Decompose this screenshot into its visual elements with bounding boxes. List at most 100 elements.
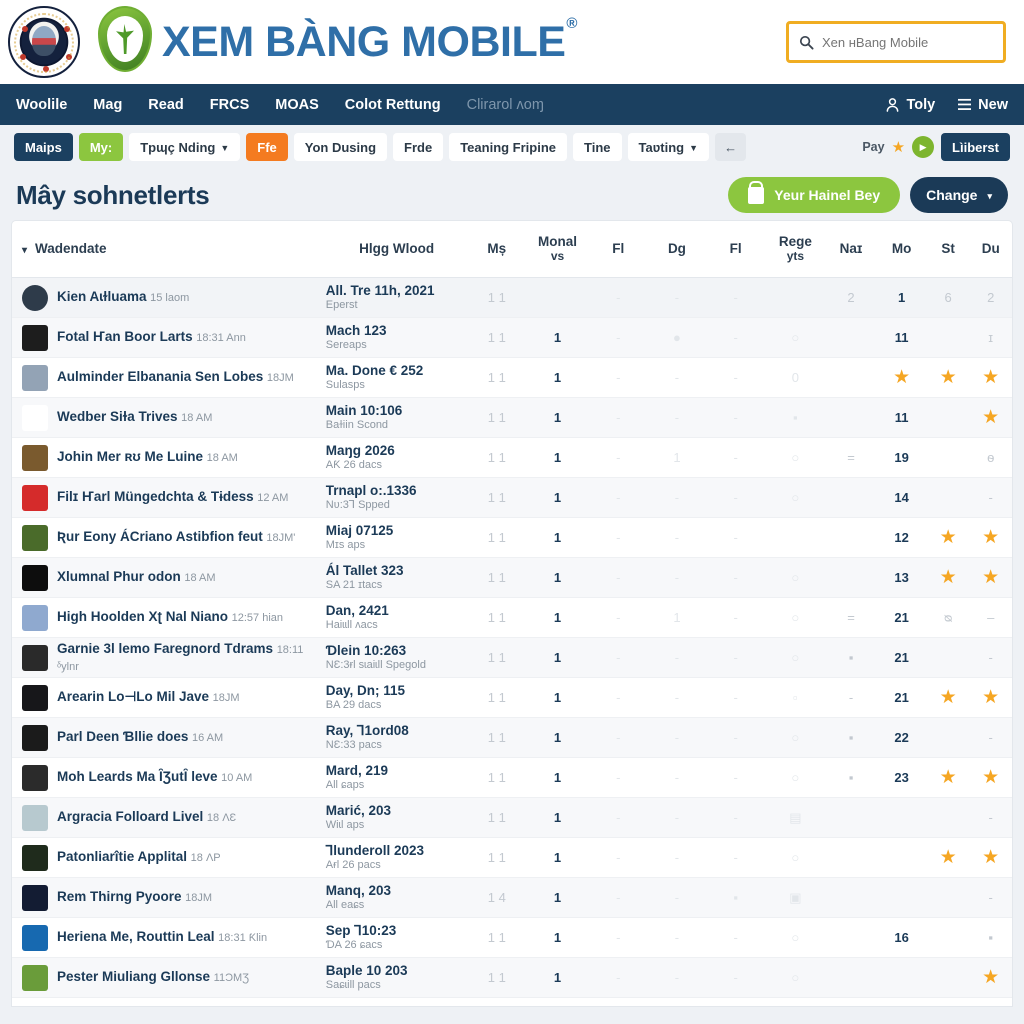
change-button[interactable]: Change ▾: [910, 177, 1008, 213]
table-row[interactable]: Arearin Lo⊣Lo Mil Jave 18ЈM Day, Dn; 115…: [12, 677, 1012, 718]
column-header-dg[interactable]: Dg: [647, 221, 707, 279]
page-title-actions: Yeur Hainel Bey Change ▾: [728, 177, 1008, 213]
table-row[interactable]: Ʀur Eony ÁCriano Astibfion feut 18ЈM' Mi…: [12, 517, 1012, 558]
row-entity-cell[interactable]: Argracia Folloard Livel 18 ΛƐ: [12, 798, 326, 838]
nav-user-button[interactable]: Toly: [885, 97, 935, 113]
row-ms-value: 1 1: [487, 610, 506, 626]
your-hainel-bey-button[interactable]: Yeur Hainel Bey: [728, 177, 901, 213]
row-entity-cell[interactable]: Arearin Lo⊣Lo Mil Jave 18ЈM: [12, 678, 326, 718]
table-row[interactable]: Wedber Siɫa Trives 18 AM Main 10:106 Baɫ…: [12, 397, 1012, 438]
toolbar-button-tine[interactable]: Tine: [573, 133, 622, 161]
table-row[interactable]: Aulminder Elbanania Sen Lobes 18ЈM Ma. D…: [12, 357, 1012, 398]
star-icon: ★: [939, 687, 957, 709]
row-entity-cell[interactable]: Xlumnal Phur odon 18 AM: [12, 558, 326, 598]
table-row[interactable]: Kien Aɩɫluama 15 laom All. Tre 11h, 2021…: [12, 277, 1012, 318]
row-st-cell: ★: [927, 518, 970, 558]
nav-new-button[interactable]: New: [957, 97, 1008, 113]
column-header-ms[interactable]: Mș: [467, 221, 527, 279]
toolbar-button-frde[interactable]: Frde: [393, 133, 444, 161]
row-entity-cell[interactable]: Heriena Me, Routtin Leal 18:31 Ƙlin: [12, 918, 326, 958]
star-icon: ★: [982, 407, 1000, 429]
column-header-fl-1[interactable]: Fl: [588, 221, 648, 279]
column-header-mo[interactable]: Mo: [876, 221, 927, 279]
table-row[interactable]: Heriena Me, Routtin Leal 18:31 Ƙlin Sep …: [12, 917, 1012, 958]
table-row[interactable]: Filɪ Ҥarl Müngedchta & Tɨdess 12 AM Trna…: [12, 477, 1012, 518]
search-input[interactable]: [822, 34, 993, 50]
row-entity-cell[interactable]: Patonliarîtie Applital 18 ΛP: [12, 838, 326, 878]
nav-item-5[interactable]: Colot Rettung: [345, 97, 441, 113]
row-entity-cell[interactable]: Pester Miuliang Gllonse 11ƆMƷ: [12, 958, 326, 998]
row-fl1-value: -: [616, 490, 621, 506]
row-rege-value: ○: [791, 970, 800, 986]
toolbar-button-ffe[interactable]: Ffe: [246, 133, 288, 161]
row-entity-cell[interactable]: Aulminder Elbanania Sen Lobes 18ЈM: [12, 358, 326, 398]
row-entity-cell[interactable]: Moh Leards Ma ȊƷutȊ leve 10 AM: [12, 758, 326, 798]
table-row[interactable]: Patonliarîtie Applital 18 ΛP Ꞁlunderoll …: [12, 837, 1012, 878]
row-ms-value: 1 1: [487, 810, 506, 826]
column-header-du[interactable]: Du: [969, 221, 1012, 279]
nav-item-6[interactable]: Clirarol ʌoɱ: [467, 97, 544, 113]
row-entity-cell[interactable]: Filɪ Ҥarl Müngedchta & Tɨdess 12 AM: [12, 478, 326, 518]
column-header-monal[interactable]: Monal vs: [526, 221, 589, 279]
column-header-nar[interactable]: Naɪ: [825, 221, 877, 279]
row-entity-cell[interactable]: Wedber Siɫa Trives 18 AM: [12, 398, 326, 438]
column-header-fl-2[interactable]: Fl: [706, 221, 765, 279]
toolbar-button-teaning-fripine[interactable]: Teaning Fripine: [449, 133, 568, 161]
table-row[interactable]: Moh Leards Ma ȊƷutȊ leve 10 AM Mard, 219…: [12, 757, 1012, 798]
row-event-name: Maŋg 2026: [325, 442, 395, 458]
nav-item-1[interactable]: Mag: [93, 97, 122, 113]
toolbar-button-my[interactable]: My:: [78, 133, 124, 161]
toolbar-liberst-button[interactable]: Lìiberst: [941, 133, 1010, 161]
row-entity-cell[interactable]: Garnie 3l lemo Faregnord Tdrams 18:11 ᵟy…: [12, 638, 326, 678]
row-entity-name: Parl Deen Ɓllie does: [57, 729, 189, 745]
toolbar-button-yon-dusing[interactable]: Yon Dusing: [293, 133, 388, 161]
row-entity-name: Filɪ Ҥarl Müngedchta & Tɨdess: [57, 489, 254, 505]
avatar: [22, 764, 48, 791]
row-entity-subtitle: 18:31 Ann: [196, 332, 246, 345]
table-row[interactable]: High Hoolden Xʈ Nal Niano 12:57 hian Dan…: [12, 597, 1012, 638]
nav-item-0[interactable]: Woolile: [16, 97, 67, 113]
nav-item-3[interactable]: FRCS: [210, 97, 249, 113]
row-entity-cell[interactable]: Johin Mer ʀʊ Me Luine 18 AM: [12, 438, 326, 478]
column-header-rege[interactable]: Rege yts: [765, 221, 826, 279]
row-entity-name: Arearin Lo⊣Lo Mil Jave: [57, 689, 210, 705]
toolbar-button-maips[interactable]: Maips: [14, 133, 73, 161]
row-du-cell-value: ɪ: [988, 330, 994, 346]
toolbar-dropdown-tavting[interactable]: Taʋting ▼: [627, 133, 710, 161]
toolbar-back-button[interactable]: ←: [715, 133, 747, 161]
table-row[interactable]: Fotal Ҥan Boor Larts 18:31 Ann Mach 123 …: [12, 317, 1012, 358]
row-fl1-value: -: [616, 970, 621, 986]
table-row[interactable]: Parl Deen Ɓllie does 16 AM Ray, Ꞁ1ord08 …: [12, 717, 1012, 758]
row-du-cell: ★: [969, 958, 1012, 998]
table-row[interactable]: Garnie 3l lemo Faregnord Tdrams 18:11 ᵟy…: [12, 637, 1012, 678]
play-circle-icon[interactable]: ▶: [912, 136, 935, 158]
column-header-wadendate[interactable]: ▾ Wadendate: [12, 221, 326, 279]
table-row[interactable]: Pester Miuliang Gllonse 11ƆMƷ Baple 10 2…: [12, 957, 1012, 998]
table-row[interactable]: Xlumnal Phur odon 18 AM Ál Tallet 323 SA…: [12, 557, 1012, 598]
sort-caret-icon[interactable]: ▾: [22, 245, 27, 256]
row-entity-cell[interactable]: Parl Deen Ɓllie does 16 AM: [12, 718, 326, 758]
row-entity-cell[interactable]: Fotal Ҥan Boor Larts 18:31 Ann: [12, 318, 326, 358]
row-entity-cell[interactable]: Kien Aɩɫluama 15 laom: [12, 278, 326, 318]
table-row[interactable]: Argracia Folloard Livel 18 ΛƐ Marić, 203…: [12, 797, 1012, 838]
column-header-st[interactable]: St: [926, 221, 970, 279]
search-box[interactable]: [786, 21, 1006, 63]
star-icon: ★: [982, 527, 1000, 549]
toolbar-dropdown-trending[interactable]: Tpɰç Nding ▼: [129, 133, 241, 161]
row-event-cell: Miaj 07125 Mɪs aps: [326, 518, 468, 558]
row-entity-cell[interactable]: Ʀur Eony ÁCriano Astibfion feut 18ЈM': [12, 518, 326, 558]
table-row[interactable]: Rem Thirng Pyoore 18ЈM Manq, 203 All eaɕ…: [12, 877, 1012, 918]
row-entity-cell[interactable]: Rem Thirng Pyoore 18ЈM: [12, 878, 326, 918]
row-rege-value: ▪: [793, 410, 798, 426]
row-monal-value: 1: [553, 570, 562, 586]
column-header-hlgg-wlood[interactable]: Hlgg Wlood: [325, 221, 468, 279]
page-title-row: Mây sohnetlerts Yeur Hainel Bey Change ▾: [0, 169, 1024, 221]
nav-item-2[interactable]: Read: [148, 97, 183, 113]
row-ms-value: 1 1: [487, 370, 506, 386]
row-st-cell: ★: [927, 558, 970, 598]
table-row[interactable]: Johin Mer ʀʊ Me Luine 18 AM Maŋg 2026 AƘ…: [12, 437, 1012, 478]
nav-item-4[interactable]: MOAS: [275, 97, 319, 113]
table-header-row: ▾ Wadendate Hlgg Wlood Mș Monal vs Fl Dg …: [12, 221, 1012, 279]
row-entity-cell[interactable]: High Hoolden Xʈ Nal Niano 12:57 hian: [12, 598, 326, 638]
row-entity-subtitle: 18:31 Ƙlin: [218, 932, 268, 945]
